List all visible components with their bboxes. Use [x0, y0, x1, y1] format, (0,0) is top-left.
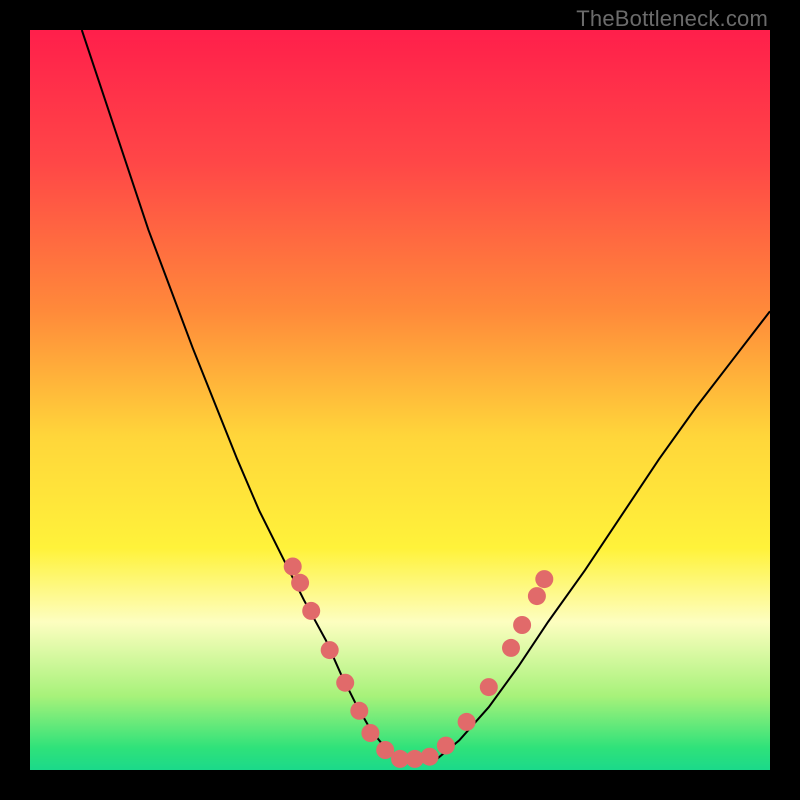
highlight-dot: [350, 702, 368, 720]
curve-layer: [30, 30, 770, 770]
highlight-dot: [437, 737, 455, 755]
watermark-text: TheBottleneck.com: [576, 6, 768, 32]
highlight-dot: [458, 713, 476, 731]
highlight-dot: [321, 641, 339, 659]
highlight-dot: [480, 678, 498, 696]
highlight-dot: [528, 587, 546, 605]
bottleneck-curve: [82, 30, 770, 763]
highlight-dot: [502, 639, 520, 657]
highlight-dot: [284, 558, 302, 576]
highlight-dot: [336, 674, 354, 692]
highlight-dot: [513, 616, 531, 634]
highlight-dot: [291, 574, 309, 592]
highlight-dot: [421, 748, 439, 766]
highlight-dot: [535, 570, 553, 588]
highlight-dots-group: [284, 558, 554, 768]
highlight-dot: [361, 724, 379, 742]
chart-frame: TheBottleneck.com: [0, 0, 800, 800]
plot-area: [30, 30, 770, 770]
highlight-dot: [302, 602, 320, 620]
